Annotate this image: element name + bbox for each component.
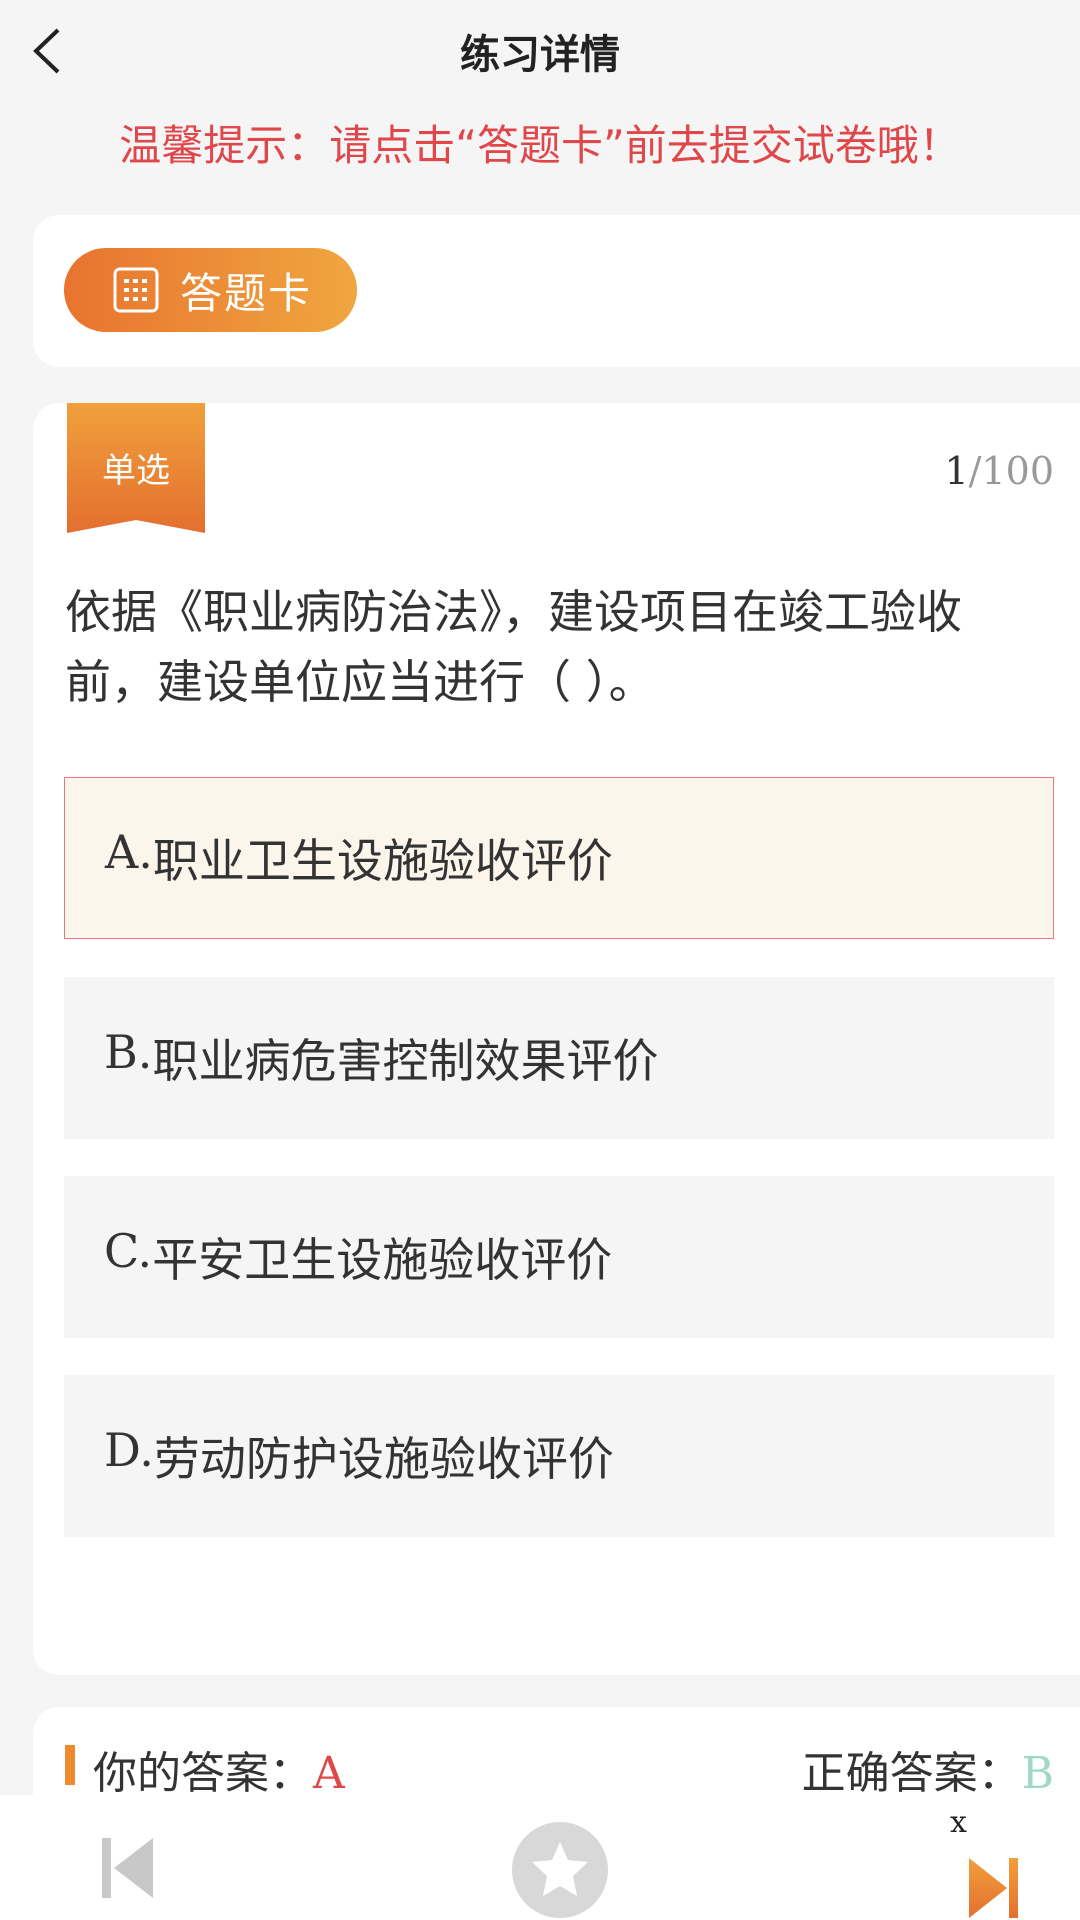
- correct-answer-label: 正确答案：: [801, 1748, 1022, 1799]
- accent-bar: [65, 1745, 75, 1785]
- your-answer: 你的答案：A: [93, 1737, 345, 1801]
- question-text: 依据《职业病防治法》，建设项目在竣工验收前，建设单位应当进行（ ）。: [65, 585, 962, 709]
- option-c[interactable]: C. 平安卫生设施验收评价: [64, 1176, 1054, 1338]
- option-b[interactable]: B. 职业病危害控制效果评价: [64, 977, 1054, 1139]
- next-icon[interactable]: [967, 1855, 1019, 1920]
- option-text: 劳动防护设施验收评价: [153, 1432, 614, 1486]
- option-d[interactable]: D. 劳动防护设施验收评价: [64, 1375, 1054, 1537]
- close-button[interactable]: x: [950, 1805, 967, 1840]
- grid-icon: [113, 267, 159, 313]
- question-total: /100: [968, 449, 1054, 493]
- question-index: 1: [944, 449, 969, 493]
- bottom-toolbar: x: [0, 1795, 1080, 1920]
- answer-card-panel: 答题卡: [33, 215, 1080, 367]
- option-text: 平安卫生设施验收评价: [152, 1233, 613, 1287]
- question-type-badge: 单选: [67, 403, 205, 533]
- option-letter: B.: [104, 1025, 153, 1079]
- page-title: 练习详情: [460, 32, 620, 78]
- question-card: 单选 1/100 依据《职业病防治法》，建设项目在竣工验收前，建设单位应当进行（…: [33, 403, 1080, 1675]
- option-letter: C.: [104, 1224, 153, 1278]
- answer-card-label: 答题卡: [180, 268, 313, 318]
- option-text: 职业病危害控制效果评价: [152, 1034, 659, 1088]
- option-a[interactable]: A. 职业卫生设施验收评价: [64, 777, 1054, 939]
- prev-icon[interactable]: [100, 1835, 155, 1901]
- correct-answer-value: B: [1021, 1748, 1054, 1799]
- option-text: 职业卫生设施验收评价: [152, 834, 613, 888]
- your-answer-label: 你的答案：: [93, 1748, 313, 1799]
- answer-card-button[interactable]: 答题卡: [64, 248, 357, 332]
- your-answer-value: A: [313, 1748, 345, 1799]
- option-letter: A.: [105, 825, 153, 879]
- star-icon[interactable]: [510, 1820, 610, 1920]
- option-letter: D.: [104, 1423, 154, 1477]
- nav-bar: 练习详情: [0, 0, 1080, 100]
- tip-text: 温馨提示：请点击“答题卡”前去提交试卷哦！: [119, 121, 961, 170]
- question-counter: 1/100: [944, 449, 1054, 493]
- correct-answer: 正确答案：B: [802, 1737, 1054, 1801]
